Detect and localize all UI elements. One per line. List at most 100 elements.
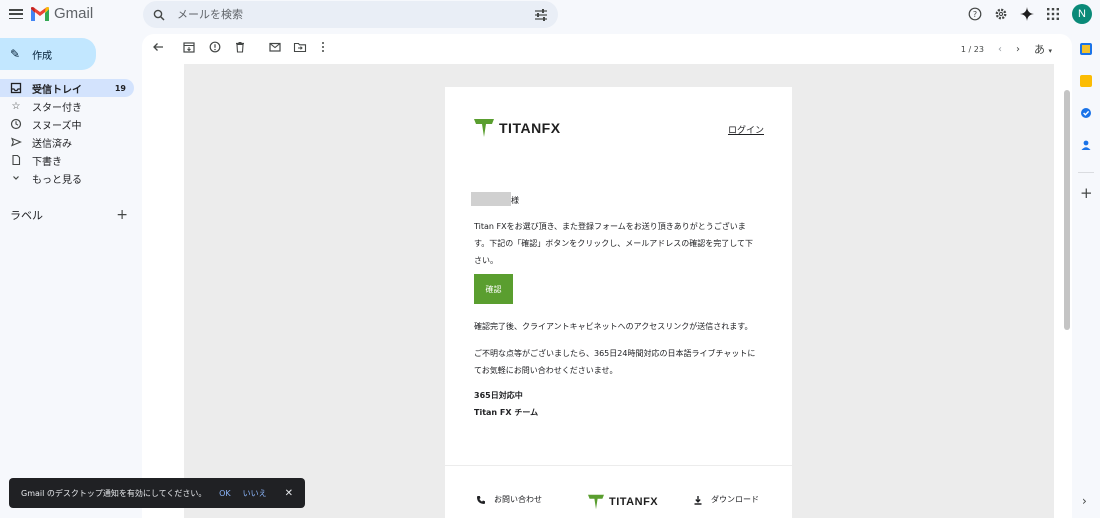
- phone-icon: [477, 495, 485, 504]
- message-scrollbar[interactable]: [1064, 90, 1070, 330]
- older-chevron-right-icon[interactable]: ›: [1016, 44, 1020, 55]
- search-input[interactable]: [177, 8, 534, 21]
- signature-line-2: Titan FX チーム: [474, 408, 539, 417]
- input-tools-label: あ: [1033, 43, 1045, 56]
- sidebar-item-starred[interactable]: ☆ スター付き: [0, 97, 134, 115]
- message-view: 1 / 23 ‹ › あ ▾ TITANFX ログイン 様 Titan FXをお…: [142, 34, 1072, 518]
- email-paragraph-2: 確認完了後、クライアントキャビネットへのアクセスリンクが送信されます。: [474, 322, 753, 331]
- labels-heading: ラベル: [10, 209, 43, 222]
- titanfx-shield-icon: [588, 494, 604, 510]
- send-icon: [11, 137, 22, 147]
- sidebar-item-inbox[interactable]: 受信トレイ 19: [0, 79, 134, 97]
- sidebar-item-sent[interactable]: 送信済み: [0, 133, 134, 151]
- compose-button[interactable]: ✎ 作成: [0, 38, 96, 70]
- paragraph-line: てお気軽にお問い合わせくださいませ。: [474, 366, 618, 375]
- account-avatar[interactable]: N: [1072, 4, 1092, 24]
- sidebar-nav: 受信トレイ 19 ☆ スター付き スヌーズ中 送信済み 下書き もっと見る: [0, 79, 134, 187]
- compose-label: 作成: [32, 50, 53, 62]
- confirm-button[interactable]: 確認: [474, 274, 513, 304]
- move-to-folder-icon[interactable]: [293, 40, 307, 54]
- redacted-recipient-name: [471, 192, 511, 206]
- more-options-icon[interactable]: [316, 40, 330, 54]
- paragraph-line: Titan FXをお選び頂き、また登録フォームをお送り頂きありがとうございま: [474, 222, 746, 231]
- snackbar-message: Gmail のデスクトップ通知を有効にしてください。: [21, 488, 207, 498]
- rail-divider: [1078, 172, 1094, 173]
- footer-logo: TITANFX: [587, 494, 658, 510]
- titanfx-header-logo: TITANFX: [473, 118, 561, 138]
- sidebar-item-snoozed[interactable]: スヌーズ中: [0, 115, 134, 133]
- dropdown-caret-icon: ▾: [1048, 47, 1052, 55]
- search-options-icon[interactable]: [534, 8, 548, 21]
- keep-icon[interactable]: [1080, 75, 1092, 87]
- newer-chevron-left-icon[interactable]: ‹: [998, 44, 1002, 55]
- sidebar-item-label: もっと見る: [32, 174, 82, 186]
- footer-contact-link[interactable]: お問い合わせ: [476, 494, 542, 505]
- search-bar[interactable]: [143, 1, 558, 28]
- paragraph-line: さい。: [474, 256, 498, 265]
- email-paragraph-1: Titan FXをお選び頂き、また登録フォームをお送り頂きありがとうございま す…: [474, 218, 766, 269]
- snackbar-ok-button[interactable]: OK: [219, 489, 231, 498]
- gmail-logo[interactable]: Gmail: [30, 5, 93, 22]
- tasks-icon[interactable]: [1080, 107, 1092, 119]
- snackbar-no-button[interactable]: いいえ: [243, 488, 267, 499]
- help-icon[interactable]: ?: [968, 7, 982, 21]
- login-link[interactable]: ログイン: [728, 123, 764, 136]
- mark-unread-icon[interactable]: [268, 40, 282, 54]
- sidebar-item-more[interactable]: もっと見る: [0, 169, 134, 187]
- labels-section: ラベル +: [10, 207, 128, 223]
- sidebar-item-drafts[interactable]: 下書き: [0, 151, 134, 169]
- brand-wordmark: TITANFX: [499, 120, 561, 136]
- page-counter: 1 / 23: [960, 44, 984, 54]
- download-icon: [694, 495, 702, 505]
- paragraph-line: す。下記の「確認」ボタンをクリックし、メールアドレスの確認を完了して下: [474, 239, 753, 248]
- close-icon[interactable]: ✕: [285, 488, 293, 499]
- search-icon[interactable]: [153, 9, 165, 21]
- sidebar-item-label: スヌーズ中: [32, 120, 82, 132]
- main-menu-button[interactable]: [9, 7, 23, 21]
- draft-icon: [12, 154, 21, 166]
- input-tools-button[interactable]: あ ▾: [1034, 41, 1052, 57]
- footer-contact-label: お問い合わせ: [494, 495, 542, 504]
- signature-line-1: 365日対応中: [474, 391, 523, 400]
- gmail-logo-icon: [31, 6, 49, 21]
- report-spam-icon[interactable]: [208, 40, 222, 54]
- sidebar-item-label: 送信済み: [32, 138, 72, 150]
- footer-brand-wordmark: TITANFX: [609, 496, 659, 508]
- sidebar-item-label: 受信トレイ: [32, 84, 82, 96]
- add-addon-plus-icon[interactable]: +: [1080, 184, 1093, 202]
- pencil-icon: ✎: [10, 47, 21, 61]
- gmail-logo-text: Gmail: [54, 5, 94, 22]
- apps-grid-icon[interactable]: [1046, 7, 1060, 21]
- sidebar-item-label: スター付き: [32, 102, 82, 114]
- desktop-notification-snackbar: Gmail のデスクトップ通知を有効にしてください。 OK いいえ ✕: [9, 478, 305, 508]
- back-arrow-icon[interactable]: [151, 40, 165, 54]
- svg-text:?: ?: [973, 10, 977, 19]
- inbox-icon: [10, 82, 22, 94]
- footer-download-label: ダウンロード: [711, 495, 759, 504]
- expand-panel-chevron-icon[interactable]: ›: [1082, 494, 1087, 508]
- side-panel-rail: + ›: [1072, 34, 1100, 518]
- email-paragraph-3: ご不明な点等がございましたら、365日24時間対応の日本語ライブチャットに てお…: [474, 345, 766, 379]
- top-bar: Gmail ? N: [0, 0, 1100, 30]
- star-icon: ☆: [11, 100, 21, 112]
- email-card: TITANFX ログイン 様 Titan FXをお選び頂き、また登録フォームをお…: [445, 87, 792, 518]
- archive-icon[interactable]: [182, 40, 196, 54]
- unread-count: 19: [114, 83, 126, 93]
- clock-icon: [10, 118, 22, 130]
- settings-gear-icon[interactable]: [994, 7, 1008, 21]
- footer-divider: [445, 465, 792, 466]
- gemini-sparkle-icon[interactable]: [1020, 7, 1034, 21]
- message-toolbar: 1 / 23 ‹ › あ ▾: [142, 34, 1072, 60]
- contacts-icon[interactable]: [1080, 139, 1092, 151]
- pagination: 1 / 23 ‹ › あ ▾: [961, 41, 1052, 57]
- footer-download-link[interactable]: ダウンロード: [693, 494, 759, 505]
- titanfx-shield-icon: [474, 119, 494, 137]
- calendar-icon[interactable]: [1080, 43, 1092, 55]
- salutation-suffix: 様: [511, 196, 519, 205]
- chevron-down-icon: [13, 176, 19, 180]
- paragraph-line: ご不明な点等がございましたら、365日24時間対応の日本語ライブチャットに: [474, 349, 756, 358]
- add-label-plus-icon[interactable]: +: [116, 207, 128, 223]
- trash-icon[interactable]: [233, 40, 247, 54]
- sidebar-item-label: 下書き: [32, 156, 62, 168]
- top-right-icons: ? N: [968, 4, 1092, 24]
